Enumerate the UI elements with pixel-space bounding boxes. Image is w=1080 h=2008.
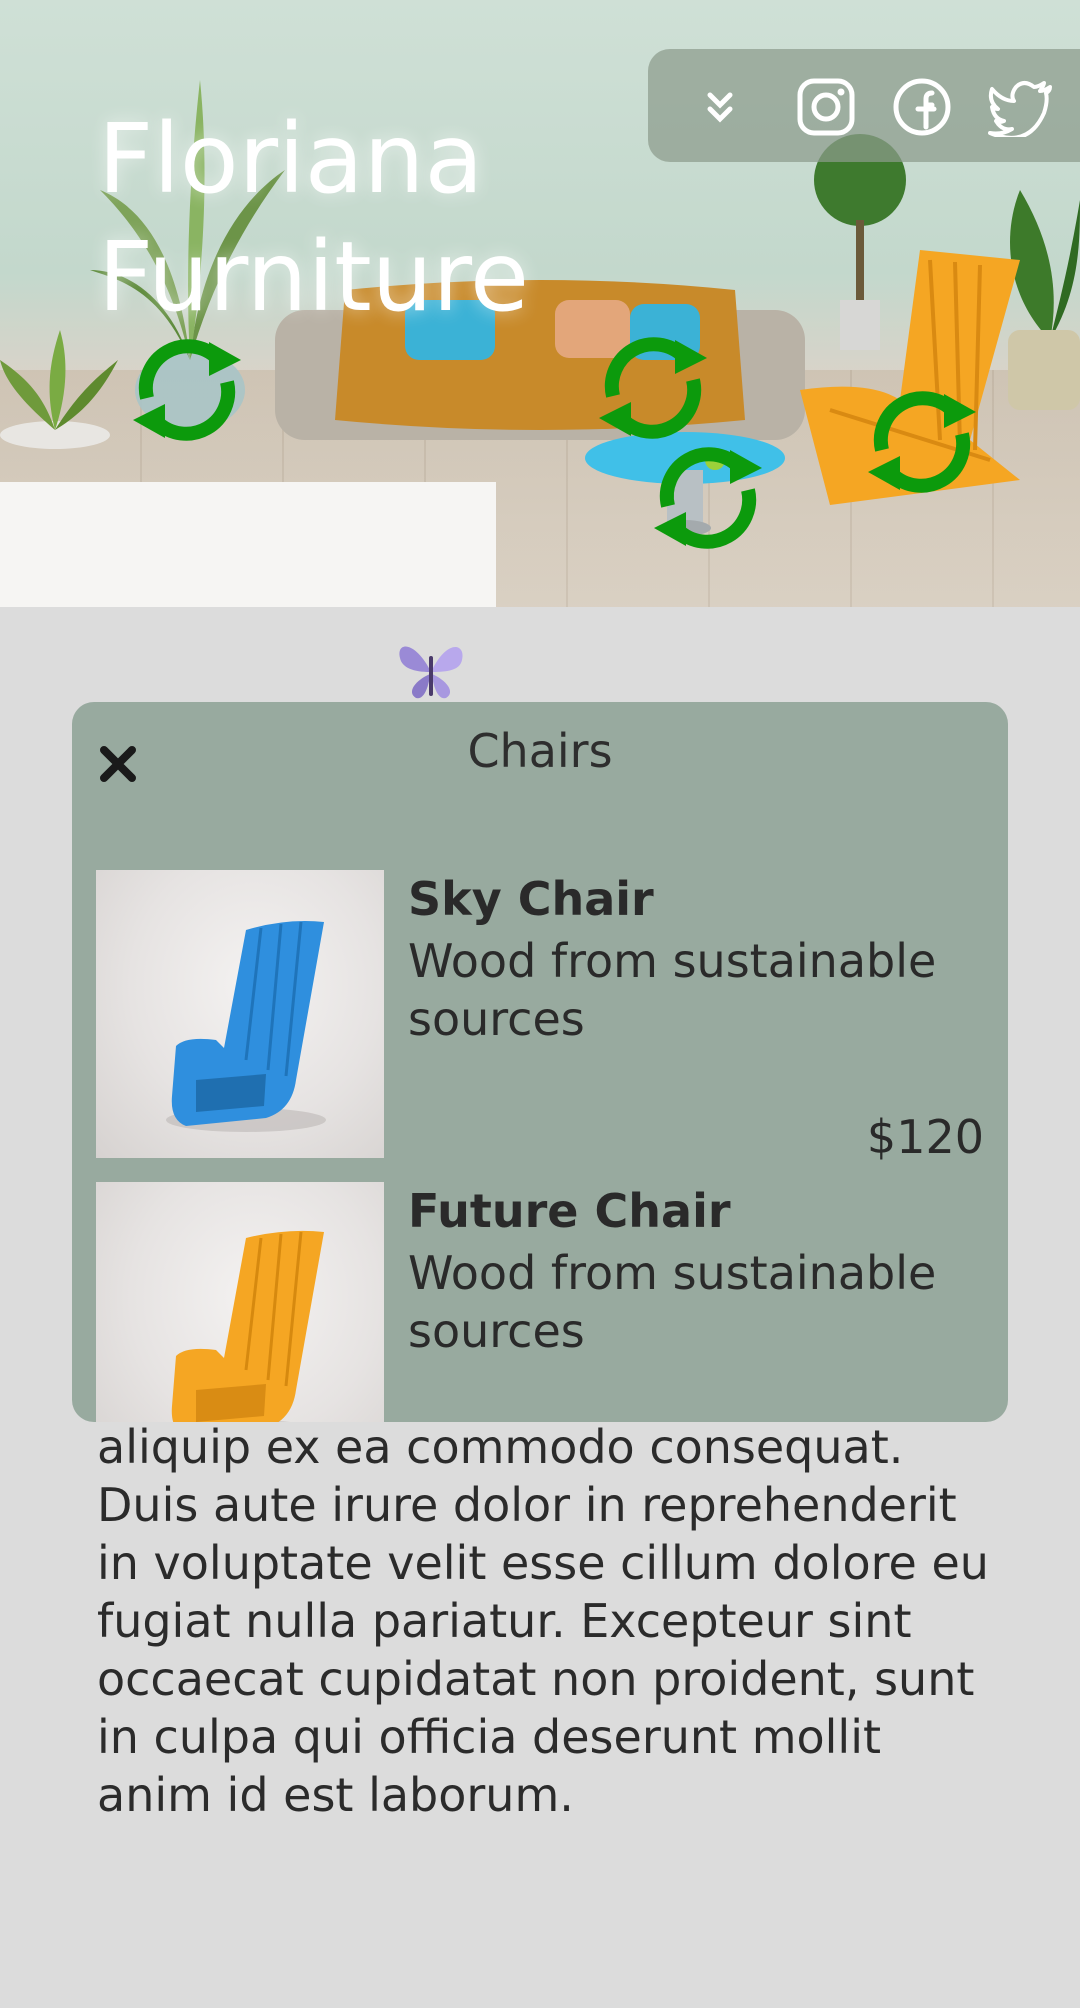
product-card[interactable]: Future Chair Wood from sustainable sourc… [96, 1182, 984, 1422]
brand-title: Floriana Furniture [98, 100, 598, 336]
brand-line-1: Floriana [98, 103, 484, 215]
instagram-icon[interactable] [796, 77, 856, 137]
recycle-icon[interactable] [638, 428, 778, 568]
modal-title: Chairs [467, 724, 613, 778]
twitter-icon[interactable] [988, 77, 1054, 137]
butterfly-icon [399, 646, 463, 699]
recycle-icon[interactable] [117, 320, 257, 460]
double-chevron-down-icon[interactable] [690, 77, 750, 137]
blue-chair-image[interactable] [96, 870, 384, 1158]
product-description: Wood from sustainable sources [408, 1246, 937, 1358]
product-card[interactable]: Sky Chair Wood from sustainable sources … [96, 870, 984, 1164]
hero-banner: Floriana Furniture [0, 0, 1080, 607]
brand-line-2: Furniture [98, 221, 530, 333]
product-price: $120 [866, 1110, 984, 1164]
category-modal: Chairs Sky Chair Wood from sustainable s… [72, 702, 1008, 1422]
body-paragraph: aliquip ex ea commodo consequat. Duis au… [97, 1420, 989, 1822]
orange-chair-image[interactable] [96, 1182, 384, 1422]
product-name[interactable]: Future Chair [408, 1184, 731, 1238]
product-name[interactable]: Sky Chair [408, 872, 654, 926]
floor-highlight [0, 482, 496, 607]
facebook-icon[interactable] [892, 77, 952, 137]
recycle-icon[interactable] [852, 372, 992, 512]
social-toolbar [648, 49, 1080, 162]
product-description: Wood from sustainable sources [408, 934, 937, 1046]
